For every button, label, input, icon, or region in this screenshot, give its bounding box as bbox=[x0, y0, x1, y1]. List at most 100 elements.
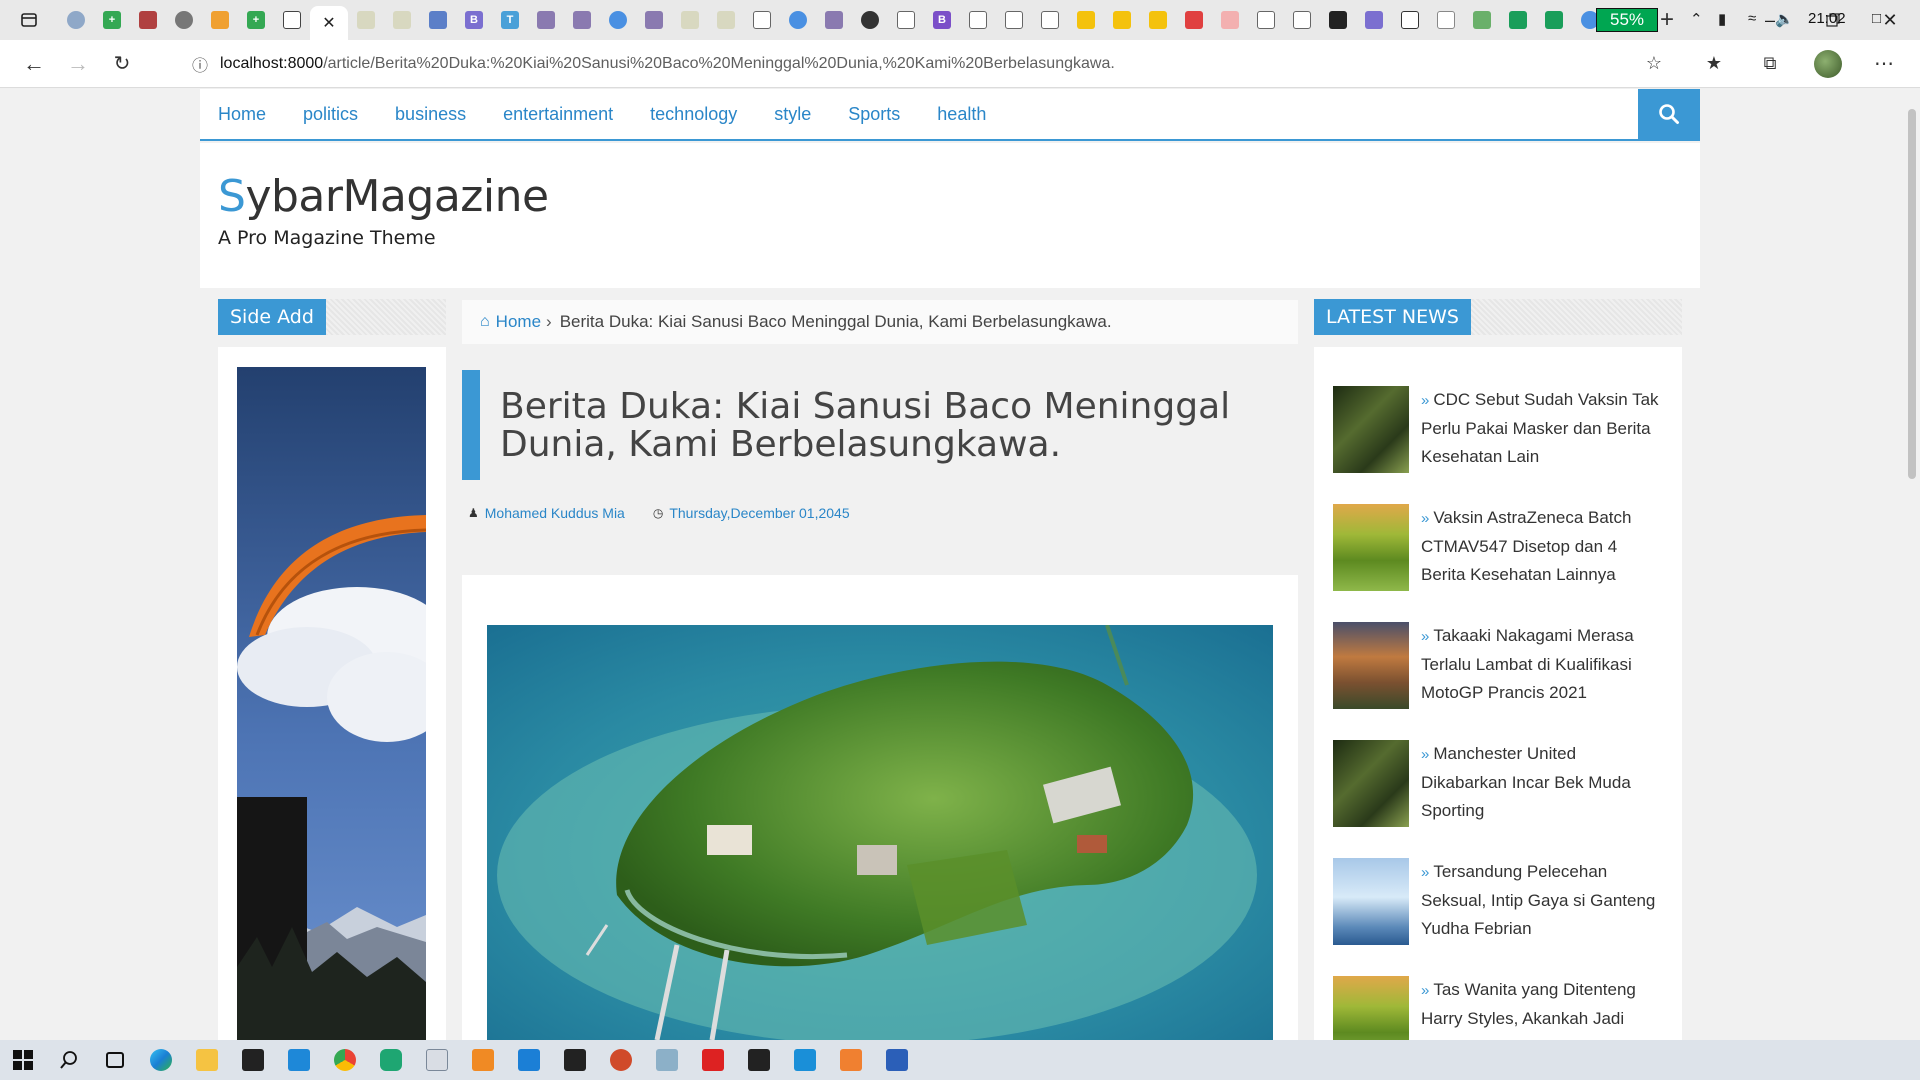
tab-favicon[interactable] bbox=[1500, 4, 1536, 36]
notifications-icon[interactable]: □ bbox=[1872, 10, 1881, 27]
volume-icon[interactable]: 🔈 bbox=[1775, 10, 1794, 28]
tab-favicon[interactable] bbox=[780, 4, 816, 36]
wifi-icon[interactable]: ≈ bbox=[1748, 10, 1756, 27]
tab-favicon[interactable] bbox=[1176, 4, 1212, 36]
address-bar[interactable]: ⓘ localhost:8000/article/Berita%20Duka:%… bbox=[180, 44, 1680, 84]
tab-favicon[interactable] bbox=[528, 4, 564, 36]
search-button[interactable] bbox=[1638, 89, 1700, 139]
tab-favicon[interactable] bbox=[1356, 4, 1392, 36]
tab-favicon[interactable] bbox=[636, 4, 672, 36]
news-thumbnail[interactable] bbox=[1333, 858, 1409, 945]
article-date[interactable]: Thursday,December 01,2045 bbox=[669, 505, 849, 521]
tab-favicon[interactable] bbox=[744, 4, 780, 36]
tab-favicon[interactable] bbox=[202, 4, 238, 36]
battery-icon[interactable]: ▮ bbox=[1718, 10, 1726, 28]
tab-actions-icon[interactable] bbox=[14, 5, 44, 35]
news-title[interactable]: Tersandung Pelecehan Seksual, Intip Gaya… bbox=[1421, 862, 1655, 938]
tab-favicon[interactable] bbox=[1284, 4, 1320, 36]
news-thumbnail[interactable] bbox=[1333, 504, 1409, 591]
news-title[interactable]: Manchester United Dikabarkan Incar Bek M… bbox=[1421, 744, 1631, 820]
news-item[interactable]: » Tas Wanita yang Ditenteng Harry Styles,… bbox=[1333, 976, 1663, 1040]
more-options-icon[interactable]: ⋯ bbox=[1862, 44, 1906, 84]
side-ad-image[interactable] bbox=[237, 367, 426, 1040]
start-icon[interactable] bbox=[0, 1040, 46, 1080]
tab-favicon[interactable] bbox=[130, 4, 166, 36]
close-tab-icon[interactable]: ✕ bbox=[322, 13, 335, 33]
tab-favicon[interactable] bbox=[274, 4, 310, 36]
tab-favicon[interactable] bbox=[960, 4, 996, 36]
tab-favicon[interactable] bbox=[1212, 4, 1248, 36]
terminal-icon[interactable] bbox=[552, 1040, 598, 1080]
menu-item-entertainment[interactable]: entertainment bbox=[503, 104, 613, 125]
menu-item-business[interactable]: business bbox=[395, 104, 466, 125]
news-item[interactable]: » Vaksin AstraZeneca Batch CTMAV547 Diset… bbox=[1333, 504, 1663, 604]
sublime-icon[interactable] bbox=[460, 1040, 506, 1080]
tab-favicon[interactable] bbox=[1428, 4, 1464, 36]
mail-icon[interactable] bbox=[230, 1040, 276, 1080]
search-taskbar-icon[interactable] bbox=[46, 1040, 92, 1080]
tab-favicon[interactable] bbox=[600, 4, 636, 36]
tab-favicon[interactable] bbox=[58, 4, 94, 36]
task-view-icon[interactable] bbox=[92, 1040, 138, 1080]
vscode-icon[interactable] bbox=[506, 1040, 552, 1080]
news-title[interactable]: Takaaki Nakagami Merasa Terlalu Lambat d… bbox=[1421, 626, 1634, 702]
collections-icon[interactable]: ⧉ bbox=[1748, 44, 1792, 84]
page-scrollbar[interactable] bbox=[1904, 89, 1920, 1040]
tab-favicon[interactable]: + bbox=[238, 4, 274, 36]
menu-item-politics[interactable]: politics bbox=[303, 104, 358, 125]
menu-item-style[interactable]: style bbox=[774, 104, 811, 125]
word-icon[interactable] bbox=[874, 1040, 920, 1080]
news-item[interactable]: » Manchester United Dikabarkan Incar Bek … bbox=[1333, 740, 1663, 840]
breadcrumb-home[interactable]: Home bbox=[496, 312, 541, 332]
menu-item-sports[interactable]: Sports bbox=[848, 104, 900, 125]
profile-avatar[interactable] bbox=[1814, 50, 1842, 78]
app-misc-icon[interactable] bbox=[644, 1040, 690, 1080]
news-thumbnail[interactable] bbox=[1333, 386, 1409, 473]
tab-favicon[interactable] bbox=[996, 4, 1032, 36]
tab-favicon[interactable] bbox=[672, 4, 708, 36]
tab-favicon[interactable]: T bbox=[492, 4, 528, 36]
favorites-icon[interactable]: ★ bbox=[1692, 44, 1736, 84]
close-window-icon[interactable]: ✕ bbox=[1860, 0, 1920, 40]
news-item[interactable]: » Tersandung Pelecehan Seksual, Intip Gay… bbox=[1333, 858, 1663, 958]
tab-favicon[interactable] bbox=[852, 4, 888, 36]
news-thumbnail[interactable] bbox=[1333, 740, 1409, 827]
app-l-icon[interactable] bbox=[276, 1040, 322, 1080]
add-favorite-icon[interactable]: ☆ bbox=[1632, 44, 1676, 84]
tab-favicon[interactable] bbox=[816, 4, 852, 36]
tab-favicon[interactable] bbox=[1320, 4, 1356, 36]
site-logo[interactable]: SybarMagazine bbox=[218, 171, 549, 222]
tab-favicon[interactable] bbox=[420, 4, 456, 36]
scrollbar-thumb[interactable] bbox=[1908, 109, 1916, 479]
article-author[interactable]: Mohamed Kuddus Mia bbox=[485, 505, 625, 521]
whatsapp-icon[interactable] bbox=[368, 1040, 414, 1080]
app-infinity-icon[interactable] bbox=[782, 1040, 828, 1080]
tab-favicon[interactable] bbox=[1068, 4, 1104, 36]
file-explorer-icon[interactable] bbox=[184, 1040, 230, 1080]
tab-favicon[interactable] bbox=[166, 4, 202, 36]
menu-item-technology[interactable]: technology bbox=[650, 104, 737, 125]
tab-favicon[interactable] bbox=[1140, 4, 1176, 36]
site-info-icon[interactable]: ⓘ bbox=[180, 52, 220, 76]
edge-taskbar-icon[interactable] bbox=[138, 1040, 184, 1080]
battery-indicator[interactable]: 55% bbox=[1596, 8, 1658, 32]
tab-favicon[interactable]: + bbox=[94, 4, 130, 36]
url-text[interactable]: localhost:8000/article/Berita%20Duka:%20… bbox=[220, 55, 1115, 73]
powerpoint-icon[interactable] bbox=[598, 1040, 644, 1080]
news-item[interactable]: » CDC Sebut Sudah Vaksin Tak Perlu Pakai … bbox=[1333, 386, 1663, 486]
tab-favicon[interactable] bbox=[1248, 4, 1284, 36]
active-tab[interactable]: ✕ bbox=[310, 6, 348, 40]
photos-icon[interactable] bbox=[736, 1040, 782, 1080]
pdf-icon[interactable] bbox=[690, 1040, 736, 1080]
app-chart-icon[interactable] bbox=[414, 1040, 460, 1080]
chevron-up-icon[interactable]: ⌃ bbox=[1690, 10, 1703, 28]
refresh-icon[interactable]: ↻ bbox=[100, 44, 144, 84]
tab-favicon[interactable] bbox=[1032, 4, 1068, 36]
tab-favicon[interactable] bbox=[348, 4, 384, 36]
tab-favicon[interactable] bbox=[1536, 4, 1572, 36]
tab-favicon[interactable] bbox=[1104, 4, 1140, 36]
tab-favicon[interactable] bbox=[888, 4, 924, 36]
tab-favicon[interactable] bbox=[384, 4, 420, 36]
chrome-icon[interactable] bbox=[322, 1040, 368, 1080]
menu-item-health[interactable]: health bbox=[937, 104, 986, 125]
